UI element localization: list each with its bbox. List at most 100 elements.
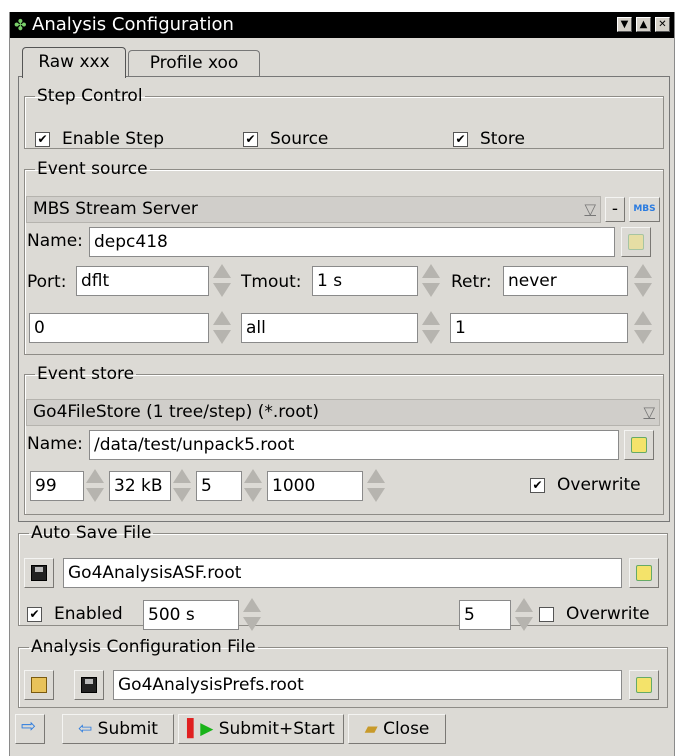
submit-label: Submit bbox=[97, 719, 158, 739]
arrow-right-icon: ⇨ bbox=[21, 716, 37, 737]
tmout-field[interactable]: 1 s bbox=[312, 266, 418, 296]
close-button[interactable]: ▰ Close bbox=[348, 714, 446, 744]
spin-up-icon bbox=[213, 264, 231, 278]
auto-save-interval-spinner[interactable] bbox=[241, 596, 263, 634]
store-autosave-spinner[interactable] bbox=[365, 467, 387, 505]
spin-up-icon bbox=[634, 264, 652, 278]
source-file-browse-button[interactable] bbox=[621, 227, 651, 257]
tmout-spinner[interactable] bbox=[420, 262, 442, 300]
tab-raw-label: Raw xxx bbox=[38, 52, 110, 72]
close-folder-icon: ▰ bbox=[364, 719, 378, 739]
source-label: Source bbox=[270, 129, 329, 149]
analysis-configuration-window: ✤ Analysis Configuration ▼ ▲ ✕ Raw xxx P… bbox=[9, 12, 675, 756]
spin-up-icon bbox=[243, 598, 261, 612]
step-control-legend: Step Control bbox=[37, 86, 143, 106]
event-store-type-value: Go4FileStore (1 tree/step) (*.root) bbox=[33, 402, 320, 422]
config-browse-button[interactable] bbox=[629, 670, 659, 700]
store-autosave-field[interactable]: 1000 bbox=[267, 471, 363, 501]
source-checkbox[interactable]: ✔ Source bbox=[243, 129, 328, 149]
auto-save-compression-field[interactable]: 5 bbox=[459, 600, 511, 630]
auto-save-enabled-label: Enabled bbox=[54, 604, 123, 624]
close-window-button[interactable]: ✕ bbox=[655, 17, 670, 32]
auto-save-group: Auto Save File Go4AnalysisASF.root ✔ Enab… bbox=[18, 523, 668, 631]
spin-up-icon bbox=[173, 469, 191, 483]
spin-down-icon bbox=[515, 617, 533, 631]
source-minus-button[interactable]: - bbox=[605, 197, 625, 222]
go4-app-icon: ✤ bbox=[14, 16, 27, 34]
port-field[interactable]: dflt bbox=[76, 266, 209, 296]
enable-step-check-mark: ✔ bbox=[35, 131, 50, 147]
submit-start-label: Submit+Start bbox=[218, 719, 335, 739]
apply-arrow-button[interactable]: ⇨ bbox=[15, 714, 45, 744]
config-file-group: Analysis Configuration File Go4AnalysisP… bbox=[18, 638, 668, 708]
spin-up-icon bbox=[422, 264, 440, 278]
window-title: Analysis Configuration bbox=[32, 14, 234, 35]
split-level-spinner[interactable] bbox=[84, 467, 106, 505]
mbs-icon: MBS bbox=[633, 204, 656, 214]
last-event-spinner[interactable] bbox=[420, 309, 442, 347]
event-store-type-combo[interactable]: Go4FileStore (1 tree/step) (*.root) ▽ bbox=[26, 399, 660, 426]
event-source-type-combo[interactable]: MBS Stream Server ▽ bbox=[26, 196, 601, 223]
store-checkbox[interactable]: ✔ Store bbox=[453, 129, 525, 149]
auto-save-enabled-checkbox[interactable]: ✔ Enabled bbox=[27, 604, 123, 624]
first-event-field[interactable]: 0 bbox=[29, 313, 209, 343]
spin-up-icon bbox=[213, 311, 231, 325]
store-compression-spinner[interactable] bbox=[242, 467, 264, 505]
spin-down-icon bbox=[86, 488, 104, 502]
split-level-field[interactable]: 99 bbox=[30, 471, 84, 501]
store-name-label: Name: bbox=[27, 434, 83, 454]
store-label: Store bbox=[480, 129, 525, 149]
buffer-size-field[interactable]: 32 kB bbox=[109, 471, 171, 501]
buffer-size-spinner[interactable] bbox=[171, 467, 193, 505]
spin-up-icon bbox=[422, 311, 440, 325]
retr-label: Retr: bbox=[451, 272, 492, 292]
first-event-spinner[interactable] bbox=[211, 309, 233, 347]
play-icon: ▌▶ bbox=[187, 719, 214, 739]
submit-button[interactable]: ⇦ Submit bbox=[62, 714, 174, 744]
auto-save-overwrite-check-box bbox=[539, 606, 554, 622]
step-event-field[interactable]: 1 bbox=[450, 313, 628, 343]
enable-step-checkbox[interactable]: ✔ Enable Step bbox=[35, 129, 164, 149]
minimize-button[interactable]: ▼ bbox=[617, 17, 632, 32]
spin-down-icon bbox=[213, 283, 231, 297]
spin-down-icon bbox=[422, 330, 440, 344]
magnifier-icon bbox=[636, 677, 652, 693]
config-file-field[interactable]: Go4AnalysisPrefs.root bbox=[113, 670, 622, 700]
source-name-field[interactable]: depc418 bbox=[89, 227, 615, 257]
retr-field[interactable]: never bbox=[503, 266, 628, 296]
event-store-group: Event store Go4FileStore (1 tree/step) (… bbox=[24, 365, 664, 515]
store-overwrite-checkbox[interactable]: ✔ Overwrite bbox=[530, 475, 641, 495]
spin-down-icon bbox=[213, 330, 231, 344]
step-event-spinner[interactable] bbox=[632, 309, 654, 347]
store-compression-field[interactable]: 5 bbox=[196, 471, 242, 501]
auto-save-file-field[interactable]: Go4AnalysisASF.root bbox=[63, 558, 622, 588]
auto-save-floppy-button[interactable] bbox=[24, 558, 54, 588]
store-file-browse-button[interactable] bbox=[624, 430, 654, 460]
auto-save-browse-button[interactable] bbox=[629, 558, 659, 588]
retr-spinner[interactable] bbox=[632, 262, 654, 300]
tab-raw[interactable]: Raw xxx bbox=[22, 47, 126, 78]
store-name-field[interactable]: /data/test/unpack5.root bbox=[89, 430, 619, 460]
auto-save-interval-field[interactable]: 500 s bbox=[143, 600, 239, 630]
tab-profile[interactable]: Profile xoo bbox=[128, 50, 260, 77]
config-save-button[interactable] bbox=[74, 670, 104, 700]
submit-start-button[interactable]: ▌▶ Submit+Start bbox=[178, 714, 344, 744]
mbs-button[interactable]: MBS bbox=[629, 197, 660, 222]
port-spinner[interactable] bbox=[211, 262, 233, 300]
last-event-field[interactable]: all bbox=[241, 313, 418, 343]
config-file-legend: Analysis Configuration File bbox=[31, 637, 256, 657]
auto-save-overwrite-checkbox[interactable]: Overwrite bbox=[539, 604, 650, 624]
config-open-button[interactable] bbox=[24, 670, 54, 700]
close-label: Close bbox=[383, 719, 430, 739]
event-store-legend: Event store bbox=[37, 364, 135, 384]
auto-save-overwrite-label: Overwrite bbox=[566, 604, 650, 624]
port-label: Port: bbox=[27, 272, 67, 292]
spin-down-icon bbox=[422, 283, 440, 297]
auto-save-legend: Auto Save File bbox=[31, 523, 152, 543]
auto-save-compression-spinner[interactable] bbox=[513, 596, 535, 634]
store-overwrite-check-mark: ✔ bbox=[530, 477, 545, 493]
maximize-button[interactable]: ▲ bbox=[636, 17, 651, 32]
magnifier-icon bbox=[636, 565, 652, 581]
title-bar[interactable]: ✤ Analysis Configuration ▼ ▲ ✕ bbox=[10, 12, 674, 38]
tab-profile-label: Profile xoo bbox=[149, 53, 239, 73]
